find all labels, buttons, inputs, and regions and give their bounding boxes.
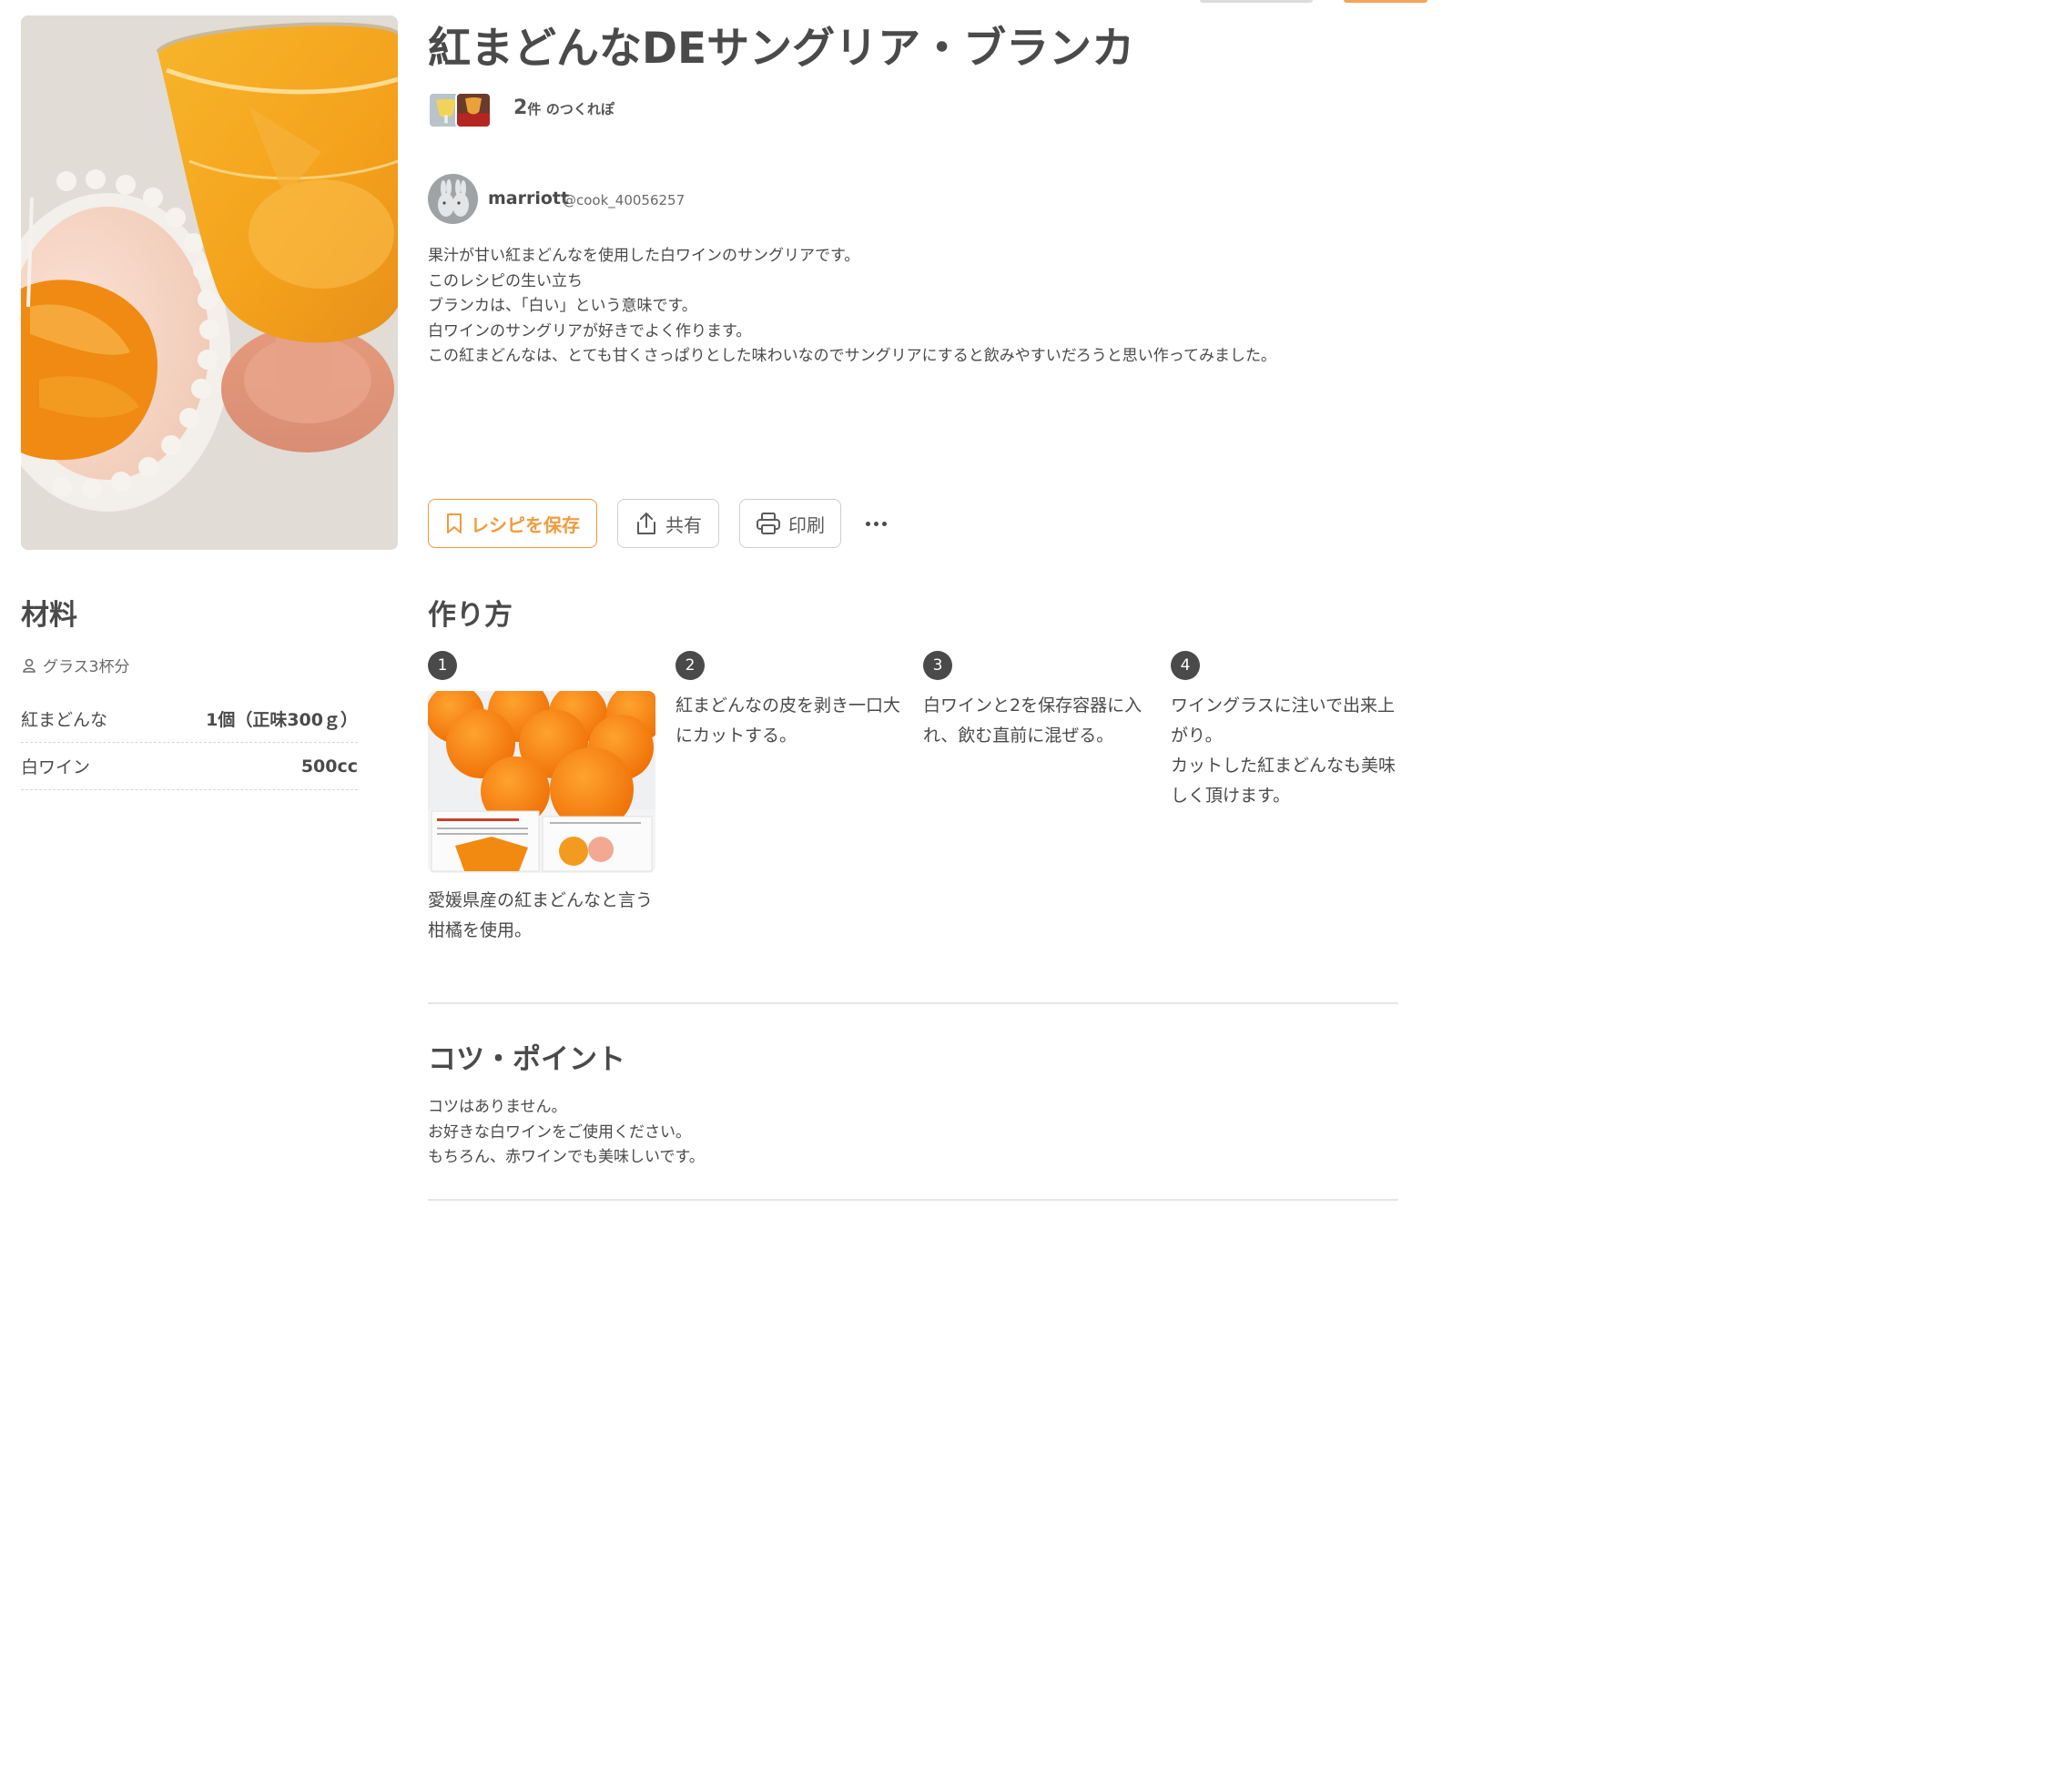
step-2: 2 紅まどんなの皮を剥き一口大にカットする。 [675,651,903,751]
tips-line: もちろん、赤ワインでも美味しいです。 [428,1148,705,1166]
step-number: 1 [428,651,457,680]
tsukurepo-thumb[interactable] [455,92,492,128]
servings-label: グラス3杯分 [43,658,130,676]
ingredients-list: 紅まどんな 1個（正味300ｇ） 白ワイン 500cc [21,696,358,790]
ingredient-name: 紅まどんな [21,710,108,730]
more-icon [865,521,870,526]
step-3: 3 白ワインと2を保存容器に入れ、飲む直前に混ぜる。 [923,651,1151,751]
save-recipe-button[interactable]: レシピを保存 [428,499,597,548]
author-handle: @cook_40056257 [563,192,686,208]
tips-heading: コツ・ポイント [428,1043,625,1076]
tsukurepo-label: のつくれぽ [545,101,614,117]
description-line: 白ワインのサングリアが好きでよく作ります。 [428,321,752,340]
author-avatar[interactable] [428,174,478,224]
step-number: 4 [1171,651,1200,680]
ingredient-quantity: 1個（正味300ｇ） [206,710,358,730]
step-1: 1 愛媛県産の紅まどんなと言う柑橘を使用。 [428,651,655,946]
tsukurepo-count-unit: 件 [527,101,542,117]
sangria-photo [21,15,398,550]
share-icon [637,513,655,534]
printer-icon [757,513,780,534]
header-button-edge[interactable] [1200,0,1313,3]
tsukurepo-count-number: 2 [513,96,528,119]
step-text: 紅まどんなの皮を剥き一口大にカットする。 [675,696,901,746]
description-line: ブランカは、「白い」という意味です。 [428,297,697,315]
ingredients-heading: 材料 [21,599,77,632]
more-icon [873,521,879,526]
description-line: 果汁が甘い紅まどんなを使用した白ワインのサングリアです。 [428,247,860,265]
step-text: 愛媛県産の紅まどんなと言う柑橘を使用。 [428,890,654,940]
steps-heading: 作り方 [428,599,513,632]
recipe-hero-photo[interactable] [21,15,398,550]
ingredient-name: 白ワイン [21,757,91,777]
tips-line: お好きな白ワインをご使用ください。 [428,1122,691,1142]
share-button[interactable]: 共有 [617,499,719,548]
recipe-description: 果汁が甘い紅まどんなを使用した白ワインのサングリアです。 このレシピの生い立ち … [428,244,1402,370]
servings: グラス3杯分 [21,654,129,676]
tsukurepo-thumbnails[interactable] [428,92,493,128]
header-accent-button-edge[interactable] [1344,0,1427,3]
tips-line: コツはありません。 [428,1098,567,1116]
section-divider [428,1002,1398,1004]
step-number: 3 [923,651,952,680]
tsukurepo-photo [457,94,490,127]
step-photo[interactable] [428,691,655,873]
author-name[interactable]: marriott [488,188,569,208]
section-divider [428,1199,1398,1201]
print-button[interactable]: 印刷 [739,499,841,548]
ingredient-row: 紅まどんな 1個（正味300ｇ） [21,696,358,743]
step-text: 白ワインと2を保存容器に入れ、飲む直前に混ぜる。 [923,696,1143,746]
tips-text: コツはありません。 お好きな白ワインをご使用ください。 もちろん、赤ワインでも美… [428,1095,705,1171]
save-recipe-label: レシピを保存 [471,515,580,536]
person-icon [23,658,36,673]
tsukurepo-count[interactable]: 2件 のつくれぽ [513,96,614,119]
share-label: 共有 [665,515,702,536]
recipe-title: 紅まどんなDEサングリア・ブランカ [428,24,1135,74]
step-number: 2 [675,651,705,680]
description-line: この紅まどんなは、とても甘くさっぱりとした味わいなのでサングリアにすると飲みやす… [428,347,1276,365]
ingredient-quantity: 500cc [300,756,358,777]
avatar [428,174,478,224]
oranges-photo [428,691,655,873]
step-text: ワイングラスに注いで出来上がり。 カットした紅まどんなも美味しく頂けます。 [1171,696,1397,806]
description-line: このレシピの生い立ち [428,271,583,290]
print-label: 印刷 [788,515,825,536]
more-options-button[interactable] [859,512,892,535]
ingredient-row: 白ワイン 500cc [21,743,358,790]
bookmark-icon [447,513,462,533]
more-icon [881,521,887,526]
step-4: 4 ワイングラスに注いで出来上がり。 カットした紅まどんなも美味しく頂けます。 [1171,651,1398,811]
